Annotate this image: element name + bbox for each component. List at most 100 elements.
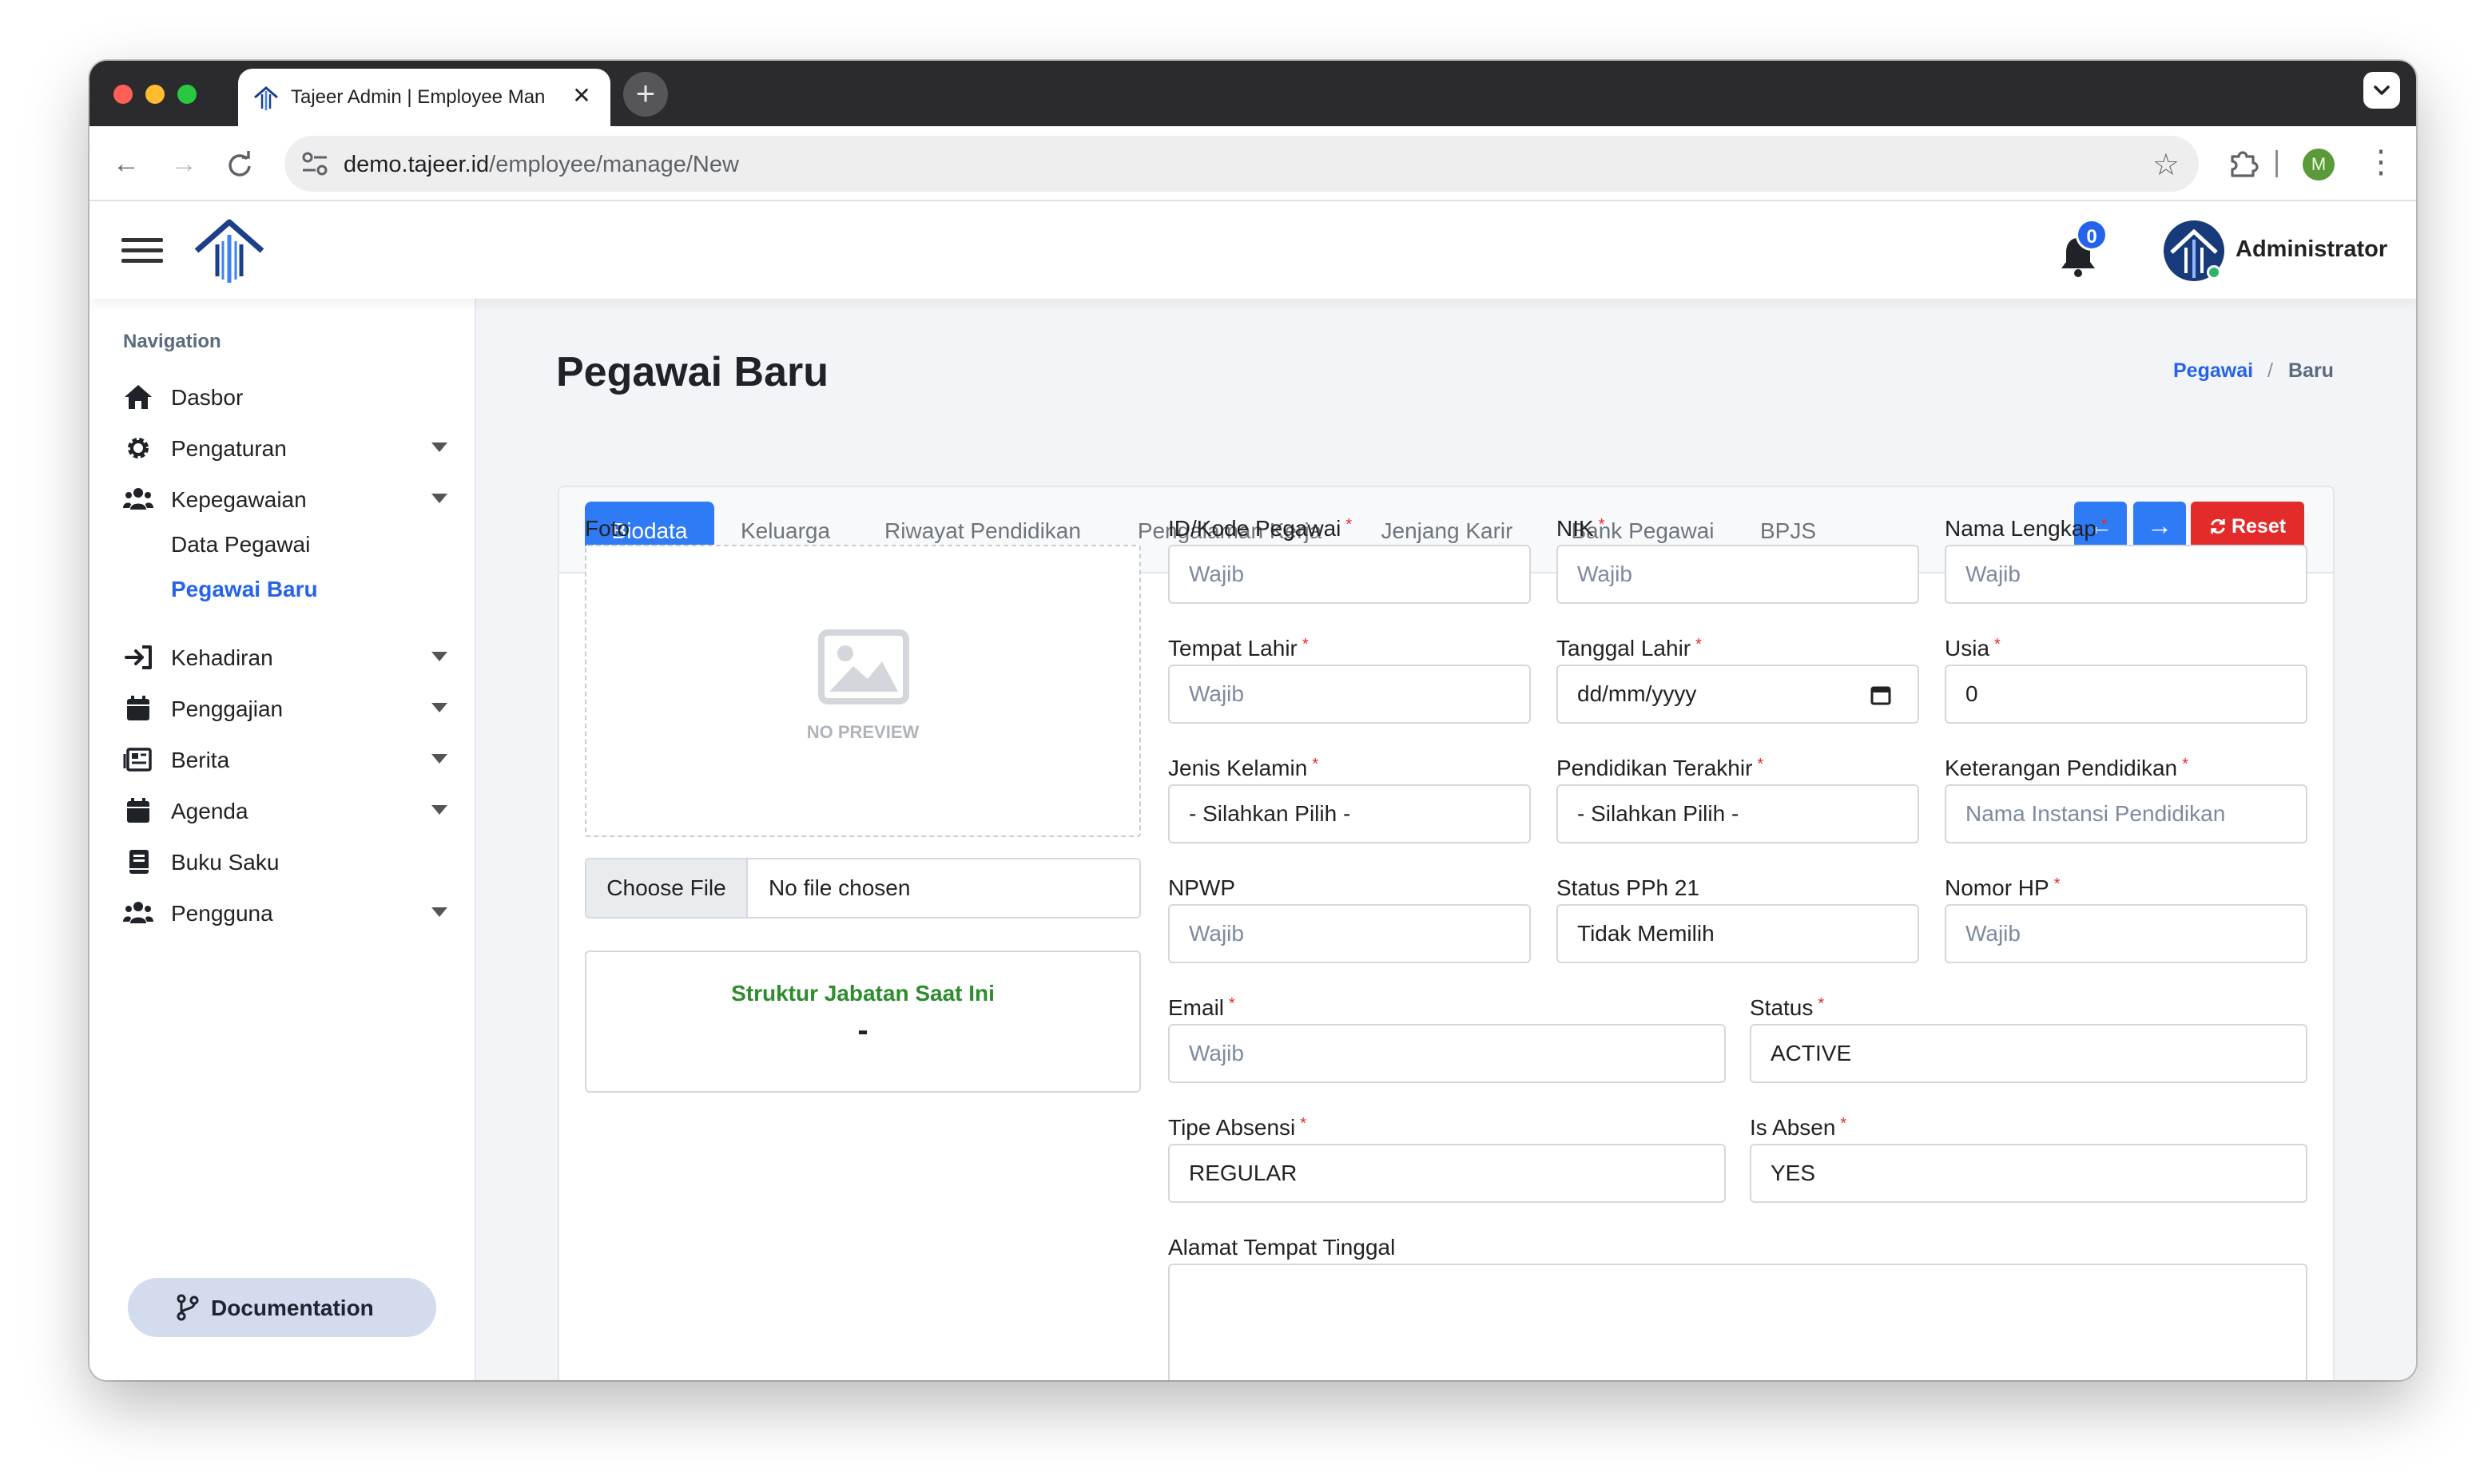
chevron-down-icon	[2374, 85, 2390, 95]
status-select[interactable]: ACTIVE	[1750, 1024, 2307, 1083]
nik-input[interactable]: Wajib	[1556, 545, 1919, 604]
struktur-jabatan-box: Struktur Jabatan Saat Ini -	[585, 950, 1141, 1093]
chevron-down-icon	[431, 754, 447, 764]
menu-toggle-icon[interactable]	[121, 238, 163, 264]
struktur-jabatan-value: -	[857, 1013, 868, 1048]
page-title: Pegawai Baru	[556, 349, 829, 395]
documentation-label: Documentation	[211, 1296, 374, 1320]
url-path: /employee/manage/New	[489, 152, 739, 177]
no-file-text: No file chosen	[769, 875, 911, 900]
user-name[interactable]: Administrator	[2236, 236, 2387, 263]
is-absen-select[interactable]: YES	[1750, 1144, 2307, 1203]
keterangan-pendidikan-label: Keterangan Pendidikan *	[1945, 756, 2188, 780]
breadcrumb-pegawai[interactable]: Pegawai	[2173, 359, 2253, 383]
new-tab-button[interactable]: +	[623, 72, 668, 117]
choose-file-button[interactable]: Choose File	[586, 859, 748, 917]
chevron-down-icon	[431, 652, 447, 661]
tempat-lahir-input[interactable]: Wajib	[1168, 665, 1531, 724]
sidebar-item-label: Buku Saku	[171, 850, 280, 875]
sidebar-item-kehadiran[interactable]: Kehadiran	[118, 634, 447, 679]
url-text: demo.tajeer.id/employee/manage/New	[344, 152, 739, 178]
status-pph-select[interactable]: Tidak Memilih	[1556, 904, 1919, 963]
newspaper-icon	[123, 748, 152, 772]
employee-form-card: Biodata Keluarga Riwayat Pendidikan Peng…	[558, 486, 2335, 1380]
git-branch-icon	[177, 1294, 199, 1321]
no-preview-text: NO PREVIEW	[806, 722, 920, 742]
nav-heading: Navigation	[123, 331, 221, 352]
calendar-icon	[127, 696, 149, 720]
photo-preview: NO PREVIEW	[585, 545, 1141, 837]
nomor-hp-input[interactable]: Wajib	[1945, 904, 2307, 963]
online-status-dot	[2207, 265, 2221, 280]
foto-label: Foto	[585, 516, 630, 541]
sidebar: Navigation Dasbor Pengaturan Kepegawaian…	[89, 299, 476, 1380]
jenis-kelamin-select[interactable]: - Silahkan Pilih -	[1168, 784, 1531, 843]
reset-button[interactable]: Reset	[2191, 502, 2304, 551]
sidebar-item-label: Penggajian	[171, 696, 284, 721]
id-kode-input[interactable]: Wajib	[1168, 545, 1531, 604]
profile-avatar[interactable]: M	[2303, 149, 2335, 181]
npwp-input[interactable]: Wajib	[1168, 904, 1531, 963]
sidebar-item-pengguna[interactable]: Pengguna	[118, 890, 447, 934]
app-root: 0 Administrator Navigation Dasbor Pengat…	[89, 201, 2416, 1380]
sidebar-item-berita[interactable]: Berita	[118, 736, 447, 781]
tanggal-lahir-input[interactable]: dd/mm/yyyy	[1556, 665, 1919, 724]
sidebar-subitem-data-pegawai[interactable]: Data Pegawai	[171, 532, 310, 557]
forward-button[interactable]: →	[165, 145, 203, 184]
address-bar[interactable]: demo.tajeer.id/employee/manage/New ☆	[284, 136, 2199, 192]
users-icon	[123, 488, 153, 510]
pendidikan-terakhir-select[interactable]: - Silahkan Pilih -	[1556, 784, 1919, 843]
keterangan-pendidikan-input[interactable]: Nama Instansi Pendidikan	[1945, 784, 2307, 843]
npwp-label: NPWP	[1168, 875, 1235, 900]
status-label: Status *	[1750, 995, 1825, 1020]
sidebar-item-label: Berita	[171, 748, 230, 772]
users-icon	[123, 902, 153, 923]
email-input[interactable]: Wajib	[1168, 1024, 1726, 1083]
nama-lengkap-label: Nama Lengkap *	[1945, 516, 2108, 541]
tab-close-icon[interactable]: ✕	[567, 81, 596, 110]
nama-lengkap-input[interactable]: Wajib	[1945, 545, 2307, 604]
nomor-hp-label: Nomor HP *	[1945, 875, 2061, 900]
home-icon	[125, 385, 152, 409]
chevron-down-icon	[431, 805, 447, 815]
bookmark-star-icon[interactable]: ☆	[2152, 147, 2180, 183]
usia-label: Usia *	[1945, 636, 2001, 661]
puzzle-icon	[2231, 151, 2259, 177]
chevron-down-icon	[431, 703, 447, 712]
sidebar-item-dasbor[interactable]: Dasbor	[118, 374, 447, 419]
window-minimize-button[interactable]	[145, 85, 165, 104]
refresh-icon	[2211, 518, 2225, 534]
sidebar-item-agenda[interactable]: Agenda	[118, 788, 447, 832]
tab-search-button[interactable]	[2363, 72, 2400, 109]
browser-tab-active[interactable]: Tajeer Admin | Employee Man ✕	[238, 69, 610, 126]
back-button[interactable]: ←	[107, 145, 145, 184]
reload-button[interactable]	[221, 145, 259, 184]
browser-menu-icon[interactable]: ⋮	[2365, 145, 2397, 182]
sidebar-item-kepegawaian[interactable]: Kepegawaian	[118, 476, 447, 521]
window-close-button[interactable]	[113, 85, 133, 104]
breadcrumb-separator: /	[2267, 359, 2273, 382]
alamat-textarea[interactable]	[1168, 1264, 2307, 1380]
browser-tab-strip: Tajeer Admin | Employee Man ✕ +	[89, 61, 2416, 126]
chevron-down-icon	[431, 442, 447, 452]
tipe-absensi-select[interactable]: REGULAR	[1168, 1144, 1726, 1203]
tajeer-favicon-icon	[254, 86, 278, 110]
sidebar-subitem-pegawai-baru[interactable]: Pegawai Baru	[171, 577, 318, 602]
sidebar-item-label: Agenda	[171, 799, 248, 823]
sidebar-item-pengaturan[interactable]: Pengaturan	[118, 425, 447, 470]
next-tab-button[interactable]: →	[2133, 502, 2186, 551]
sidebar-item-penggajian[interactable]: Penggajian	[118, 685, 447, 730]
struktur-jabatan-title: Struktur Jabatan Saat Ini	[731, 981, 995, 1006]
tanggal-lahir-label: Tanggal Lahir *	[1556, 636, 1702, 661]
sidebar-item-buku-saku[interactable]: Buku Saku	[118, 839, 447, 883]
calendar-picker-icon[interactable]	[1870, 684, 1892, 706]
documentation-button[interactable]: Documentation	[128, 1278, 436, 1337]
browser-tab-title: Tajeer Admin | Employee Man	[291, 86, 546, 108]
chevron-down-icon	[431, 494, 447, 503]
photo-file-input[interactable]: Choose File No file chosen	[585, 858, 1141, 919]
window-maximize-button[interactable]	[177, 85, 197, 104]
usia-input[interactable]: 0	[1945, 665, 2307, 724]
calendar-icon	[127, 798, 149, 823]
image-placeholder-icon	[818, 629, 909, 704]
extensions-button[interactable]	[2223, 144, 2263, 184]
